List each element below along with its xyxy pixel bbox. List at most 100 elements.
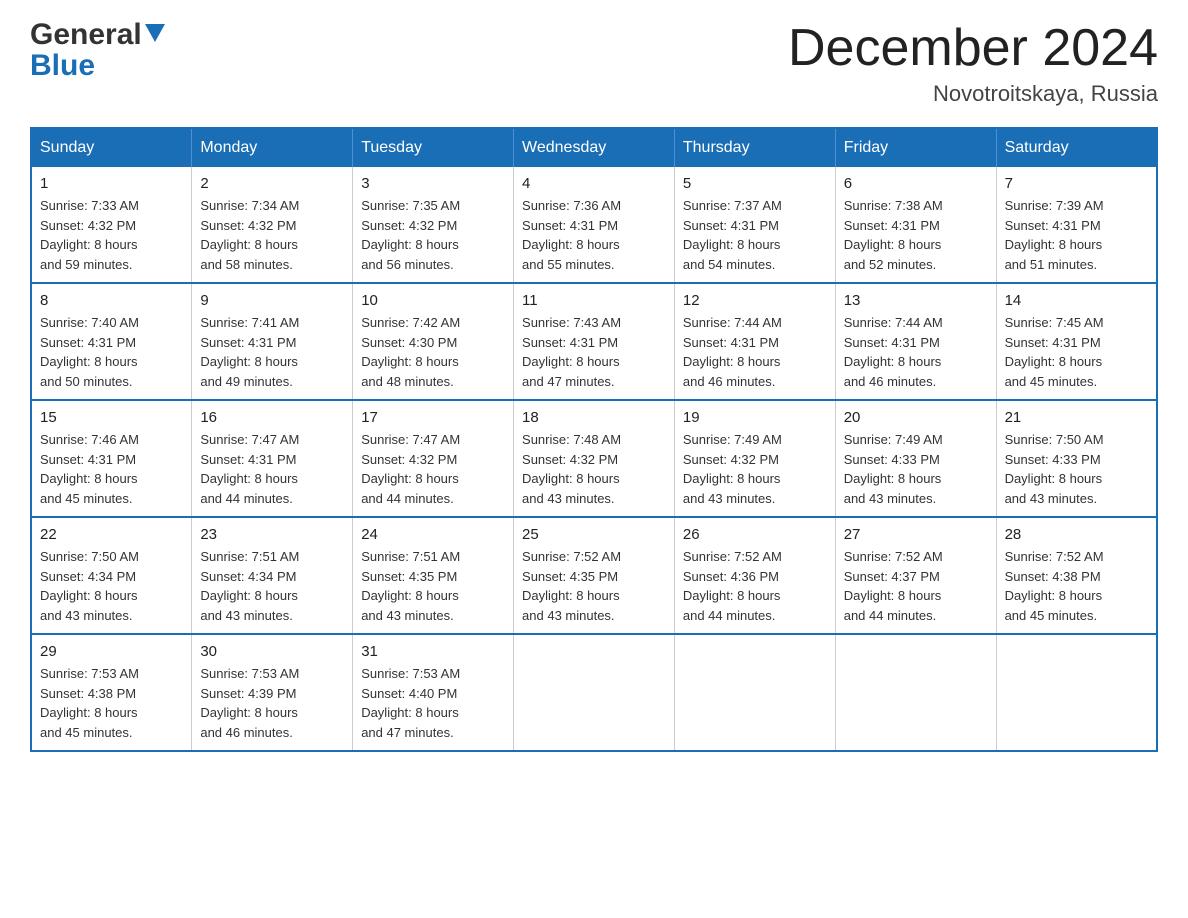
day-number: 19 (683, 409, 827, 426)
day-number: 26 (683, 526, 827, 543)
day-number: 30 (200, 643, 344, 660)
day-number: 15 (40, 409, 183, 426)
day-info: Sunrise: 7:53 AMSunset: 4:39 PMDaylight:… (200, 664, 344, 742)
day-cell: 6 Sunrise: 7:38 AMSunset: 4:31 PMDayligh… (835, 167, 996, 283)
logo-triangle-icon (145, 24, 165, 42)
day-info: Sunrise: 7:39 AMSunset: 4:31 PMDaylight:… (1005, 196, 1148, 274)
day-number: 22 (40, 526, 183, 543)
day-number: 21 (1005, 409, 1148, 426)
day-info: Sunrise: 7:52 AMSunset: 4:38 PMDaylight:… (1005, 547, 1148, 625)
day-info: Sunrise: 7:43 AMSunset: 4:31 PMDaylight:… (522, 313, 666, 391)
day-number: 4 (522, 175, 666, 192)
location: Novotroitskaya, Russia (788, 81, 1158, 107)
day-cell: 8 Sunrise: 7:40 AMSunset: 4:31 PMDayligh… (31, 283, 192, 400)
day-cell: 12 Sunrise: 7:44 AMSunset: 4:31 PMDaylig… (674, 283, 835, 400)
day-number: 8 (40, 292, 183, 309)
day-cell: 29 Sunrise: 7:53 AMSunset: 4:38 PMDaylig… (31, 634, 192, 751)
day-number: 1 (40, 175, 183, 192)
day-number: 25 (522, 526, 666, 543)
week-row-5: 29 Sunrise: 7:53 AMSunset: 4:38 PMDaylig… (31, 634, 1157, 751)
weekday-header-thursday: Thursday (674, 128, 835, 167)
day-info: Sunrise: 7:36 AMSunset: 4:31 PMDaylight:… (522, 196, 666, 274)
weekday-header-row: SundayMondayTuesdayWednesdayThursdayFrid… (31, 128, 1157, 167)
day-cell: 19 Sunrise: 7:49 AMSunset: 4:32 PMDaylig… (674, 400, 835, 517)
weekday-header-saturday: Saturday (996, 128, 1157, 167)
day-cell (674, 634, 835, 751)
day-number: 27 (844, 526, 988, 543)
day-number: 5 (683, 175, 827, 192)
day-info: Sunrise: 7:35 AMSunset: 4:32 PMDaylight:… (361, 196, 505, 274)
month-title: December 2024 (788, 20, 1158, 77)
weekday-header-wednesday: Wednesday (514, 128, 675, 167)
day-cell: 31 Sunrise: 7:53 AMSunset: 4:40 PMDaylig… (353, 634, 514, 751)
day-info: Sunrise: 7:44 AMSunset: 4:31 PMDaylight:… (844, 313, 988, 391)
title-section: December 2024 Novotroitskaya, Russia (788, 20, 1158, 107)
day-info: Sunrise: 7:53 AMSunset: 4:38 PMDaylight:… (40, 664, 183, 742)
day-cell: 24 Sunrise: 7:51 AMSunset: 4:35 PMDaylig… (353, 517, 514, 634)
day-info: Sunrise: 7:51 AMSunset: 4:34 PMDaylight:… (200, 547, 344, 625)
day-number: 28 (1005, 526, 1148, 543)
day-number: 18 (522, 409, 666, 426)
day-number: 12 (683, 292, 827, 309)
day-cell: 27 Sunrise: 7:52 AMSunset: 4:37 PMDaylig… (835, 517, 996, 634)
day-cell: 15 Sunrise: 7:46 AMSunset: 4:31 PMDaylig… (31, 400, 192, 517)
day-number: 13 (844, 292, 988, 309)
day-cell: 9 Sunrise: 7:41 AMSunset: 4:31 PMDayligh… (192, 283, 353, 400)
day-info: Sunrise: 7:52 AMSunset: 4:35 PMDaylight:… (522, 547, 666, 625)
day-info: Sunrise: 7:52 AMSunset: 4:36 PMDaylight:… (683, 547, 827, 625)
day-cell: 26 Sunrise: 7:52 AMSunset: 4:36 PMDaylig… (674, 517, 835, 634)
day-info: Sunrise: 7:49 AMSunset: 4:32 PMDaylight:… (683, 430, 827, 508)
day-number: 31 (361, 643, 505, 660)
day-number: 16 (200, 409, 344, 426)
day-cell: 25 Sunrise: 7:52 AMSunset: 4:35 PMDaylig… (514, 517, 675, 634)
logo-general: General (30, 20, 142, 50)
day-cell (996, 634, 1157, 751)
day-number: 2 (200, 175, 344, 192)
day-info: Sunrise: 7:52 AMSunset: 4:37 PMDaylight:… (844, 547, 988, 625)
day-cell: 13 Sunrise: 7:44 AMSunset: 4:31 PMDaylig… (835, 283, 996, 400)
day-info: Sunrise: 7:51 AMSunset: 4:35 PMDaylight:… (361, 547, 505, 625)
day-cell: 30 Sunrise: 7:53 AMSunset: 4:39 PMDaylig… (192, 634, 353, 751)
day-number: 23 (200, 526, 344, 543)
day-info: Sunrise: 7:46 AMSunset: 4:31 PMDaylight:… (40, 430, 183, 508)
day-number: 29 (40, 643, 183, 660)
day-cell: 21 Sunrise: 7:50 AMSunset: 4:33 PMDaylig… (996, 400, 1157, 517)
day-number: 24 (361, 526, 505, 543)
day-number: 6 (844, 175, 988, 192)
day-number: 7 (1005, 175, 1148, 192)
day-info: Sunrise: 7:50 AMSunset: 4:33 PMDaylight:… (1005, 430, 1148, 508)
weekday-header-friday: Friday (835, 128, 996, 167)
day-cell: 7 Sunrise: 7:39 AMSunset: 4:31 PMDayligh… (996, 167, 1157, 283)
logo-blue: Blue (30, 51, 95, 81)
day-info: Sunrise: 7:34 AMSunset: 4:32 PMDaylight:… (200, 196, 344, 274)
day-number: 14 (1005, 292, 1148, 309)
day-info: Sunrise: 7:53 AMSunset: 4:40 PMDaylight:… (361, 664, 505, 742)
day-info: Sunrise: 7:33 AMSunset: 4:32 PMDaylight:… (40, 196, 183, 274)
day-cell: 16 Sunrise: 7:47 AMSunset: 4:31 PMDaylig… (192, 400, 353, 517)
week-row-3: 15 Sunrise: 7:46 AMSunset: 4:31 PMDaylig… (31, 400, 1157, 517)
day-cell (514, 634, 675, 751)
day-cell: 1 Sunrise: 7:33 AMSunset: 4:32 PMDayligh… (31, 167, 192, 283)
day-info: Sunrise: 7:37 AMSunset: 4:31 PMDaylight:… (683, 196, 827, 274)
day-info: Sunrise: 7:40 AMSunset: 4:31 PMDaylight:… (40, 313, 183, 391)
day-info: Sunrise: 7:48 AMSunset: 4:32 PMDaylight:… (522, 430, 666, 508)
day-cell (835, 634, 996, 751)
day-info: Sunrise: 7:45 AMSunset: 4:31 PMDaylight:… (1005, 313, 1148, 391)
week-row-1: 1 Sunrise: 7:33 AMSunset: 4:32 PMDayligh… (31, 167, 1157, 283)
day-info: Sunrise: 7:44 AMSunset: 4:31 PMDaylight:… (683, 313, 827, 391)
day-cell: 11 Sunrise: 7:43 AMSunset: 4:31 PMDaylig… (514, 283, 675, 400)
day-cell: 14 Sunrise: 7:45 AMSunset: 4:31 PMDaylig… (996, 283, 1157, 400)
day-cell: 28 Sunrise: 7:52 AMSunset: 4:38 PMDaylig… (996, 517, 1157, 634)
day-number: 9 (200, 292, 344, 309)
day-info: Sunrise: 7:38 AMSunset: 4:31 PMDaylight:… (844, 196, 988, 274)
day-info: Sunrise: 7:50 AMSunset: 4:34 PMDaylight:… (40, 547, 183, 625)
day-info: Sunrise: 7:47 AMSunset: 4:31 PMDaylight:… (200, 430, 344, 508)
day-info: Sunrise: 7:41 AMSunset: 4:31 PMDaylight:… (200, 313, 344, 391)
day-cell: 5 Sunrise: 7:37 AMSunset: 4:31 PMDayligh… (674, 167, 835, 283)
day-cell: 22 Sunrise: 7:50 AMSunset: 4:34 PMDaylig… (31, 517, 192, 634)
day-cell: 17 Sunrise: 7:47 AMSunset: 4:32 PMDaylig… (353, 400, 514, 517)
day-cell: 23 Sunrise: 7:51 AMSunset: 4:34 PMDaylig… (192, 517, 353, 634)
day-info: Sunrise: 7:49 AMSunset: 4:33 PMDaylight:… (844, 430, 988, 508)
weekday-header-tuesday: Tuesday (353, 128, 514, 167)
day-info: Sunrise: 7:47 AMSunset: 4:32 PMDaylight:… (361, 430, 505, 508)
